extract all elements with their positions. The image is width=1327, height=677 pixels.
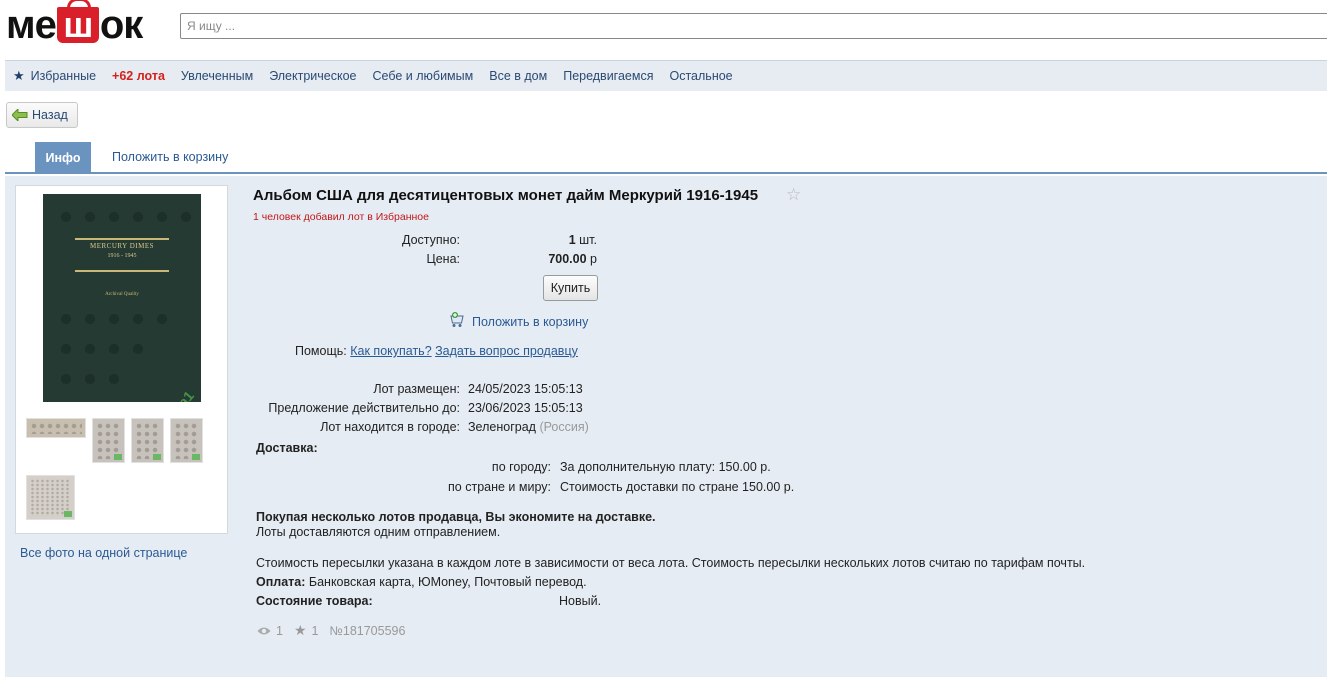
savings-headline: Покупая несколько лотов продавца, Вы эко… xyxy=(256,510,656,524)
thumbnail[interactable] xyxy=(26,418,86,438)
price-label: Цена: xyxy=(426,252,460,266)
thumbnail[interactable] xyxy=(26,475,75,520)
tab-info[interactable]: Инфо xyxy=(35,142,91,174)
price-value: 700.00 р xyxy=(548,252,597,266)
buy-button[interactable]: Купить xyxy=(543,275,598,301)
available-label: Доступно: xyxy=(401,233,460,247)
back-label: Назад xyxy=(32,108,68,122)
add-to-cart-link[interactable]: Положить в корзину xyxy=(449,312,588,331)
logo-bag-icon: ш xyxy=(56,0,99,43)
help-row: Помощь: Как покупать? Задать вопрос прод… xyxy=(295,344,578,358)
star-count-icon: ★ xyxy=(293,622,307,638)
nav-item-transport[interactable]: Передвигаемся xyxy=(563,69,653,83)
ask-seller-link[interactable]: Задать вопрос продавцу xyxy=(435,344,578,358)
nav-item-self[interactable]: Себе и любимым xyxy=(373,69,474,83)
nav-item-hobby[interactable]: Увлеченным xyxy=(181,69,253,83)
valid-until-label: Предложение действительно до: xyxy=(268,401,460,415)
thumbnail[interactable] xyxy=(92,418,125,463)
views-count: 1 xyxy=(276,623,283,638)
site-logo[interactable]: ме ш ок xyxy=(6,0,143,47)
cart-add-icon xyxy=(449,312,467,331)
nav-item-favorites[interactable]: Избранные xyxy=(31,69,96,83)
photo-caption-title: MERCURY DIMES xyxy=(89,242,154,250)
lot-stats: 1 ★ 1 №181705596 xyxy=(257,622,405,639)
placed-value: 24/05/2023 15:05:13 xyxy=(468,382,583,396)
add-to-cart-label: Положить в корзину xyxy=(472,314,589,329)
lot-panel: MERCURY DIMES 1916 - 1945 Archival Quali… xyxy=(5,176,1327,677)
thumbnail[interactable] xyxy=(131,418,164,463)
delivery-city-label: по городу: xyxy=(491,460,551,474)
nav-item-electric[interactable]: Электрическое xyxy=(269,69,356,83)
eye-icon xyxy=(257,626,271,636)
country-value: (Россия) xyxy=(539,420,589,434)
condition-label: Состояние товара: xyxy=(256,594,373,608)
all-photos-link[interactable]: Все фото на одной странице xyxy=(20,546,187,560)
lot-tabs: Инфо Положить в корзину xyxy=(5,142,1327,174)
photo-gallery: MERCURY DIMES 1916 - 1945 Archival Quali… xyxy=(15,185,228,534)
delivery-label: Доставка: xyxy=(256,441,318,455)
lot-number: №181705596 xyxy=(329,623,406,638)
star-icon: ★ xyxy=(13,68,25,83)
payment-row: Оплата: Банковская карта, ЮMoney, Почтов… xyxy=(256,575,587,589)
placed-label: Лот размещен: xyxy=(373,382,460,396)
thumbnail[interactable] xyxy=(170,418,203,463)
available-value: 1 шт. xyxy=(568,233,597,247)
city-value: Зеленоград (Россия) xyxy=(468,420,589,434)
photo-caption-years: 1916 - 1945 xyxy=(107,253,137,259)
delivery-country-value: Стоимость доставки по стране 150.00 р. xyxy=(560,480,795,494)
site-header: ме ш ок xyxy=(0,0,1327,60)
favorite-star-icon[interactable]: ☆ xyxy=(786,185,801,205)
tab-add-to-cart[interactable]: Положить в корзину xyxy=(112,150,228,164)
city-label: Лот находится в городе: xyxy=(320,420,460,434)
logo-text-left: ме xyxy=(6,2,57,47)
main-photo[interactable]: MERCURY DIMES 1916 - 1945 Archival Quali… xyxy=(43,194,201,402)
delivery-city-value: За дополнительную плату: 150.00 р. xyxy=(560,460,771,474)
condition-value: Новый. xyxy=(559,594,602,608)
lot-title: Альбом США для десятицентовых монет дайм… xyxy=(253,187,759,204)
arrow-left-icon xyxy=(12,109,28,121)
photo-watermark: Лизочка1 xyxy=(144,388,197,402)
nav-item-home[interactable]: Все в дом xyxy=(489,69,547,83)
category-nav: ★ Избранные +62 лота Увлеченным Электрич… xyxy=(5,60,1327,91)
nav-item-lots-count[interactable]: +62 лота xyxy=(112,69,165,83)
how-to-buy-link[interactable]: Как покупать? xyxy=(350,344,431,358)
shipping-note: Стоимость пересылки указана в каждом лот… xyxy=(256,556,1086,570)
back-button[interactable]: Назад xyxy=(6,102,78,128)
savings-note: Лоты доставляются одним отправлением. xyxy=(256,525,501,539)
favorites-note: 1 человек добавил лот в Избранное xyxy=(253,211,429,223)
nav-item-other[interactable]: Остальное xyxy=(670,69,733,83)
search-input[interactable] xyxy=(180,13,1327,39)
logo-text-right: ок xyxy=(99,2,143,47)
delivery-country-label: по стране и миру: xyxy=(448,480,551,494)
valid-until-value: 23/06/2023 15:05:13 xyxy=(468,401,583,415)
help-label: Помощь: xyxy=(295,344,347,358)
stars-count: 1 xyxy=(311,623,319,638)
photo-caption-quality: Archival Quality xyxy=(105,292,139,297)
